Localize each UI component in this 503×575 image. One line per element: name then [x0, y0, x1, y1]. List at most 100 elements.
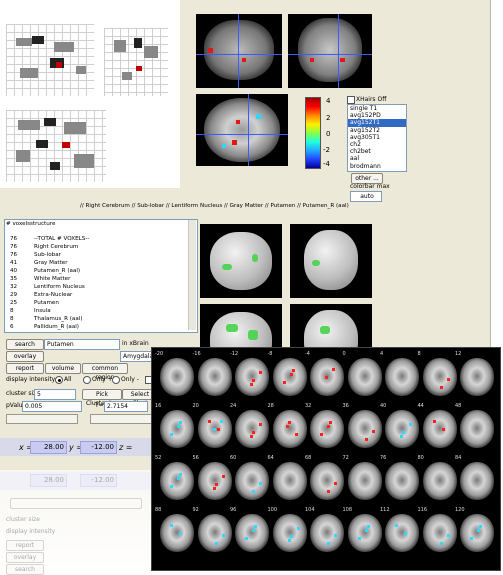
slice-label: 40	[380, 403, 387, 409]
radio-only-minus[interactable]	[112, 376, 120, 384]
axial-slice[interactable]	[460, 358, 494, 396]
table-scrollbar[interactable]	[188, 220, 196, 330]
axial-slice[interactable]	[310, 462, 344, 500]
overlay-button[interactable]: overlay	[6, 351, 44, 362]
table-row[interactable]: 25 Putamen	[10, 300, 59, 306]
axial-slice[interactable]	[460, 462, 494, 500]
glass-brain-coronal[interactable]	[104, 28, 168, 96]
axial-slice[interactable]	[235, 410, 269, 448]
slice-label: 24	[230, 403, 237, 409]
axial-slice[interactable]	[197, 514, 232, 552]
table-row[interactable]: 32 Lentiform Nucleus	[10, 284, 85, 290]
pick-cluster-button[interactable]: Pick Cluster#...	[82, 389, 122, 407]
axial-slice[interactable]	[422, 410, 457, 448]
template-item[interactable]: avg152PD	[348, 112, 406, 119]
positive-activation-dot	[446, 378, 450, 381]
axial-slice[interactable]	[347, 462, 382, 500]
axial-slice[interactable]	[460, 514, 494, 552]
axial-slice[interactable]	[235, 514, 269, 552]
axial-slice[interactable]	[197, 358, 232, 396]
axial-slice[interactable]	[235, 358, 269, 396]
axial-slice[interactable]	[310, 514, 344, 552]
negative-activation-dot	[252, 529, 255, 532]
axial-slice[interactable]	[160, 462, 194, 500]
axial-slice[interactable]	[347, 514, 382, 552]
template-item[interactable]: avg152T2	[348, 127, 406, 134]
table-row[interactable]: 8 Insula	[10, 308, 51, 314]
reflection-overlay: overlay	[6, 552, 44, 563]
axial-slice[interactable]	[422, 462, 457, 500]
table-row[interactable]: 76 Right Cerebrum	[10, 244, 78, 250]
search-input[interactable]: Putamen	[44, 339, 120, 350]
template-item-selected[interactable]: avg152T1	[348, 119, 406, 127]
t-input[interactable]: 2.7154	[104, 401, 148, 412]
slice-label: 16	[155, 403, 162, 409]
positive-activation-dot	[250, 383, 253, 386]
axial-slice[interactable]	[272, 410, 307, 448]
axial-slice[interactable]	[385, 462, 419, 500]
table-row[interactable]: 76 Sub-lobar	[10, 252, 61, 258]
slice-label: -20	[155, 351, 164, 357]
axial-slice[interactable]	[385, 358, 419, 396]
radio-only-plus[interactable]	[83, 376, 91, 384]
colorbar-max-field[interactable]: auto	[350, 191, 382, 202]
template-listbox[interactable]: single T1 avg152PD avg152T1 avg152T2 avg…	[347, 104, 407, 172]
pvalue-input[interactable]: 0.005	[22, 401, 82, 412]
report-button[interactable]: report	[6, 363, 44, 374]
render-3d-posterior[interactable]	[290, 224, 372, 298]
slice-label: 104	[305, 507, 315, 513]
axial-slice[interactable]	[422, 358, 457, 396]
table-row[interactable]: 35 White Matter	[10, 276, 70, 282]
axial-slice[interactable]	[347, 410, 382, 448]
table-row[interactable]: 8 Thalamus_R (aal)	[10, 316, 83, 322]
table-row[interactable]: 6 Pallidum_R (aal)	[10, 324, 79, 330]
positive-activation-dot	[252, 431, 255, 434]
axial-slice[interactable]	[272, 514, 307, 552]
axial-slice[interactable]	[160, 514, 194, 552]
common-region-button[interactable]: common region	[82, 363, 128, 381]
template-item[interactable]: ch2bet	[348, 148, 406, 155]
template-item[interactable]: avg305T1	[348, 134, 406, 141]
axial-slice[interactable]	[197, 462, 232, 500]
axial-slice[interactable]	[310, 410, 344, 448]
pvalue-slider[interactable]	[6, 414, 78, 424]
t-slider[interactable]	[90, 414, 152, 424]
axial-slice[interactable]	[160, 410, 194, 448]
axial-slice[interactable]	[385, 410, 419, 448]
template-item[interactable]: brodmann	[348, 163, 406, 170]
render-3d-lateral-left[interactable]	[200, 224, 282, 298]
axial-slice[interactable]	[272, 462, 307, 500]
slice-label: 52	[155, 455, 162, 461]
slice-label: 108	[342, 507, 353, 513]
axial-slice[interactable]	[460, 410, 494, 448]
table-row[interactable]: 76 --TOTAL # VOXELS--	[10, 236, 89, 242]
y-coord-input[interactable]: -12.00	[80, 441, 117, 454]
mri-coronal-view[interactable]	[288, 14, 372, 88]
volume-button[interactable]: volume	[45, 363, 81, 374]
positive-activation-dot	[364, 438, 368, 441]
mri-axial-view[interactable]	[196, 94, 288, 166]
table-row[interactable]: 41 Gray Matter	[10, 260, 68, 266]
positive-activation-dot	[214, 483, 218, 486]
template-item[interactable]: ch2	[348, 141, 406, 148]
axial-slice[interactable]	[385, 514, 419, 552]
cluster-size-input[interactable]: 5	[34, 389, 76, 400]
axial-slice[interactable]	[235, 462, 269, 500]
axial-slice-montage[interactable]: -20 -16 -12 -8 -4 0 4 8 12 16 20 24 28 32 36 40 44 48 52 56…	[151, 347, 501, 571]
search-button[interactable]: search	[6, 339, 44, 350]
axial-slice[interactable]	[272, 358, 307, 396]
template-item[interactable]: aal	[348, 155, 406, 162]
table-row[interactable]: 29 Extra-Nuclear	[10, 292, 72, 298]
glass-brain-axial[interactable]	[6, 110, 106, 182]
glass-brain-sagittal[interactable]	[6, 24, 94, 96]
x-coord-input[interactable]: 28.00	[30, 441, 67, 454]
xhairs-off-checkbox[interactable]	[347, 96, 355, 104]
axial-slice[interactable]	[422, 514, 457, 552]
slice-label: 120	[455, 507, 465, 513]
axial-slice[interactable]	[160, 358, 194, 396]
radio-all[interactable]	[55, 376, 63, 384]
mri-sagittal-view[interactable]	[196, 14, 282, 88]
template-item[interactable]: single T1	[348, 105, 406, 112]
axial-slice[interactable]	[347, 358, 382, 396]
table-row[interactable]: 40 Putamen_R (aal)	[10, 268, 80, 274]
